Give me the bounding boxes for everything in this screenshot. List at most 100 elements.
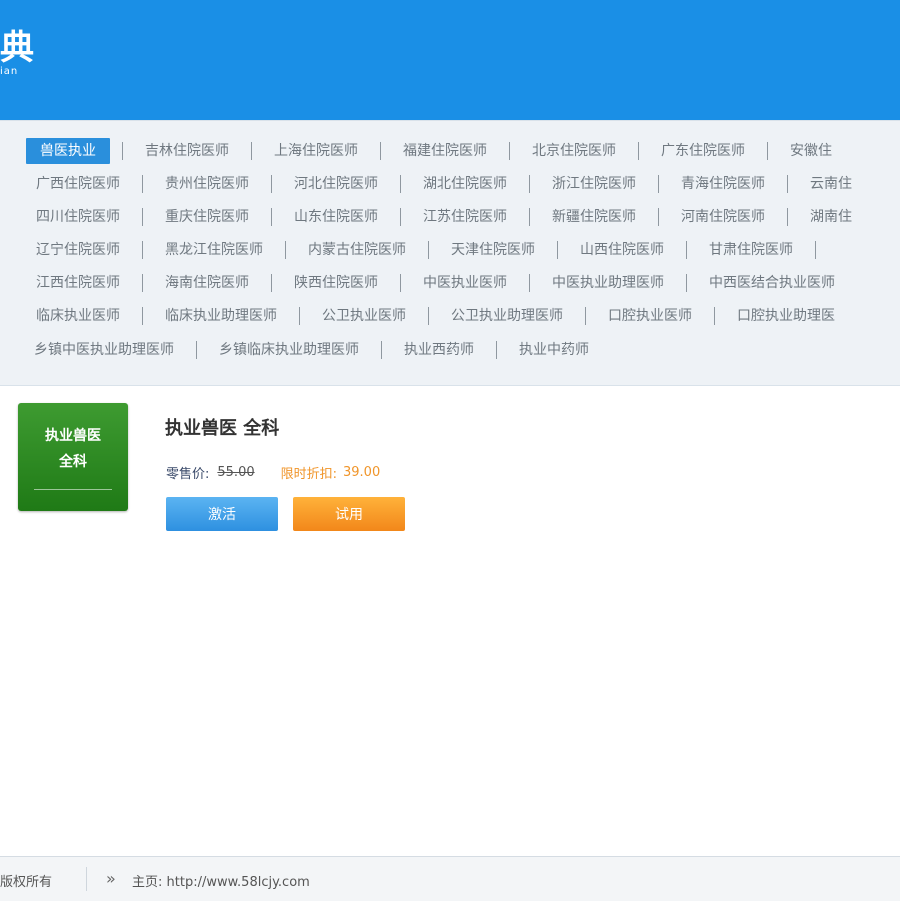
category-separator bbox=[299, 307, 300, 325]
trial-button[interactable]: 试用 bbox=[293, 497, 405, 531]
sale-price-value: 39.00 bbox=[343, 465, 381, 480]
category-item[interactable]: 广东住院医师 bbox=[651, 138, 755, 164]
category-item-vet[interactable]: 兽医执业 bbox=[26, 138, 110, 164]
category-separator bbox=[529, 175, 530, 193]
product-cover-image[interactable]: 执业兽医 全科 bbox=[18, 403, 128, 511]
category-item[interactable]: 江西住院医师 bbox=[26, 270, 130, 296]
category-item[interactable]: 云南住 bbox=[800, 171, 862, 197]
category-separator bbox=[658, 175, 659, 193]
category-separator bbox=[686, 274, 687, 292]
category-row: 乡镇中医执业助理医师 乡镇临床执业助理医师 执业西药师 执业中药师 bbox=[24, 336, 599, 364]
category-item[interactable]: 临床执业医师 bbox=[26, 303, 130, 329]
cover-title-line1: 执业兽医 bbox=[45, 428, 101, 444]
category-item[interactable]: 甘肃住院医师 bbox=[699, 237, 803, 263]
category-item[interactable]: 福建住院医师 bbox=[393, 138, 497, 164]
category-item[interactable]: 重庆住院医师 bbox=[155, 204, 259, 230]
category-separator bbox=[142, 175, 143, 193]
category-nav: 兽医执业 吉林住院医师 上海住院医师 福建住院医师 北京住院医师 广东住院医师 … bbox=[0, 120, 900, 386]
category-row: 兽医执业 吉林住院医师 上海住院医师 福建住院医师 北京住院医师 广东住院医师 … bbox=[26, 137, 842, 165]
category-item[interactable]: 安徽住 bbox=[780, 138, 842, 164]
category-item[interactable]: 陕西住院医师 bbox=[284, 270, 388, 296]
copyright-text: 版权所有 bbox=[0, 875, 53, 890]
category-item[interactable]: 浙江住院医师 bbox=[542, 171, 646, 197]
category-item[interactable]: 辽宁住院医师 bbox=[26, 237, 130, 263]
category-separator bbox=[557, 241, 558, 259]
retail-price-label: 零售价: bbox=[166, 467, 210, 482]
category-separator bbox=[380, 142, 381, 160]
category-item[interactable]: 青海住院医师 bbox=[671, 171, 775, 197]
app-logo-subtitle: ian bbox=[0, 66, 19, 77]
category-separator bbox=[686, 241, 687, 259]
category-separator bbox=[428, 307, 429, 325]
category-item[interactable]: 执业西药师 bbox=[394, 337, 484, 363]
category-separator bbox=[196, 341, 197, 359]
category-item[interactable]: 山西住院医师 bbox=[570, 237, 674, 263]
category-separator bbox=[142, 274, 143, 292]
category-item[interactable]: 中医执业医师 bbox=[413, 270, 517, 296]
category-separator bbox=[428, 241, 429, 259]
category-separator bbox=[400, 274, 401, 292]
category-separator bbox=[142, 307, 143, 325]
category-separator bbox=[815, 241, 816, 259]
category-item[interactable]: 黑龙江住院医师 bbox=[155, 237, 273, 263]
category-separator bbox=[767, 142, 768, 160]
category-item[interactable]: 河北住院医师 bbox=[284, 171, 388, 197]
category-separator bbox=[400, 175, 401, 193]
price-row: 零售价: 55.00 限时折扣: 39.00 bbox=[166, 463, 380, 482]
category-item[interactable]: 四川住院医师 bbox=[26, 204, 130, 230]
category-separator bbox=[496, 341, 497, 359]
double-chevron-right-icon: » bbox=[106, 869, 116, 888]
category-item[interactable]: 执业中药师 bbox=[509, 337, 599, 363]
category-separator bbox=[271, 274, 272, 292]
category-item[interactable]: 北京住院医师 bbox=[522, 138, 626, 164]
category-item[interactable]: 新疆住院医师 bbox=[542, 204, 646, 230]
category-item[interactable]: 河南住院医师 bbox=[671, 204, 775, 230]
category-separator bbox=[251, 142, 252, 160]
category-separator bbox=[787, 175, 788, 193]
category-separator bbox=[714, 307, 715, 325]
category-item[interactable]: 上海住院医师 bbox=[264, 138, 368, 164]
category-separator bbox=[381, 341, 382, 359]
cover-title-line2: 全科 bbox=[59, 454, 87, 470]
category-separator bbox=[142, 208, 143, 226]
category-separator bbox=[529, 208, 530, 226]
category-item[interactable]: 天津住院医师 bbox=[441, 237, 545, 263]
category-row: 辽宁住院医师 黑龙江住院医师 内蒙古住院医师 天津住院医师 山西住院医师 甘肃住… bbox=[26, 236, 828, 264]
sale-price-label: 限时折扣: bbox=[280, 467, 337, 482]
category-separator bbox=[585, 307, 586, 325]
category-item[interactable]: 湖北住院医师 bbox=[413, 171, 517, 197]
category-item[interactable]: 中西医结合执业医师 bbox=[699, 270, 845, 296]
category-item[interactable]: 乡镇中医执业助理医师 bbox=[24, 337, 184, 363]
category-separator bbox=[509, 142, 510, 160]
category-item[interactable]: 吉林住院医师 bbox=[135, 138, 239, 164]
category-item[interactable]: 内蒙古住院医师 bbox=[298, 237, 416, 263]
category-item[interactable]: 湖南住 bbox=[800, 204, 862, 230]
category-item[interactable]: 中医执业助理医师 bbox=[542, 270, 674, 296]
category-separator bbox=[638, 142, 639, 160]
app-header: 典 ian bbox=[0, 0, 900, 120]
category-item[interactable]: 海南住院医师 bbox=[155, 270, 259, 296]
category-row: 广西住院医师 贵州住院医师 河北住院医师 湖北住院医师 浙江住院医师 青海住院医… bbox=[26, 170, 862, 198]
category-separator bbox=[271, 175, 272, 193]
category-separator bbox=[400, 208, 401, 226]
category-item[interactable]: 广西住院医师 bbox=[26, 171, 130, 197]
category-separator bbox=[529, 274, 530, 292]
homepage-link[interactable]: 主页: http://www.58lcjy.com bbox=[132, 871, 310, 890]
category-item[interactable]: 口腔执业助理医 bbox=[727, 303, 845, 329]
category-item[interactable]: 公卫执业医师 bbox=[312, 303, 416, 329]
category-item[interactable]: 贵州住院医师 bbox=[155, 171, 259, 197]
category-item[interactable]: 公卫执业助理医师 bbox=[441, 303, 573, 329]
category-separator bbox=[271, 208, 272, 226]
category-item[interactable]: 江苏住院医师 bbox=[413, 204, 517, 230]
app-logo: 典 bbox=[0, 28, 34, 68]
category-item[interactable]: 口腔执业医师 bbox=[598, 303, 702, 329]
category-item[interactable]: 山东住院医师 bbox=[284, 204, 388, 230]
category-row: 四川住院医师 重庆住院医师 山东住院医师 江苏住院医师 新疆住院医师 河南住院医… bbox=[26, 203, 862, 231]
category-separator bbox=[142, 241, 143, 259]
category-separator bbox=[787, 208, 788, 226]
activate-button[interactable]: 激活 bbox=[166, 497, 278, 531]
category-item[interactable]: 临床执业助理医师 bbox=[155, 303, 287, 329]
category-separator bbox=[285, 241, 286, 259]
cover-divider bbox=[34, 489, 112, 490]
category-item[interactable]: 乡镇临床执业助理医师 bbox=[209, 337, 369, 363]
